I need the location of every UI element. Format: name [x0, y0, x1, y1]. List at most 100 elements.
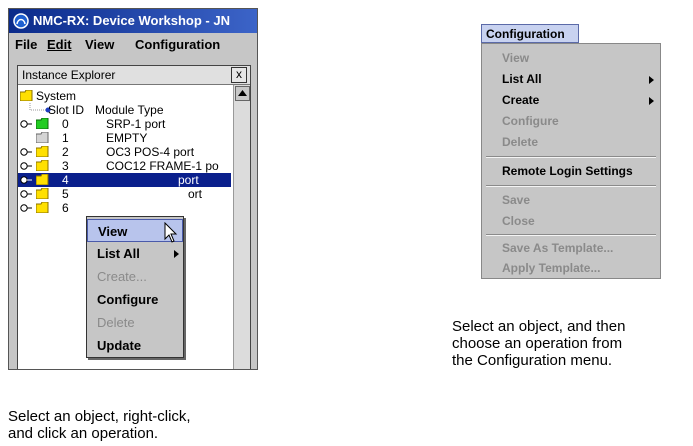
slot-id: 2	[62, 145, 69, 159]
ctx-configure[interactable]: Configure	[87, 288, 183, 311]
cfg-configure: Configure	[482, 111, 660, 132]
cfg-view-label: View	[502, 51, 530, 65]
cfg-apply-template-label: Apply Template...	[502, 261, 601, 275]
cfg-view: View	[482, 48, 660, 69]
folder-empty-icon	[36, 132, 49, 143]
expand-handle-icon	[20, 148, 32, 156]
tree-row-slot-2[interactable]: 2 OC3 POS-4 port	[18, 145, 231, 159]
module-type: ort	[188, 187, 203, 201]
expand-handle-icon	[20, 162, 32, 170]
submenu-arrow-icon	[649, 76, 654, 84]
menu-separator	[486, 185, 656, 187]
mouse-pointer-icon	[164, 222, 178, 243]
expand-handle-icon	[20, 190, 32, 198]
tree-header-row: Slot ID Module Type	[18, 103, 231, 117]
close-icon[interactable]: x	[231, 67, 247, 83]
tree-row-slot-0[interactable]: 0 SRP-1 port	[18, 117, 231, 131]
folder-icon	[36, 160, 49, 171]
app-logo-icon	[13, 13, 29, 29]
submenu-arrow-icon	[649, 97, 654, 105]
menu-separator	[486, 156, 656, 158]
explorer-header: Instance Explorer x	[18, 66, 250, 85]
configuration-menu-title[interactable]: Configuration	[481, 24, 579, 43]
title-bar[interactable]: NMC-RX: Device Workshop - JN	[9, 9, 257, 33]
cfg-list-all[interactable]: List All	[482, 69, 660, 90]
expand-handle-icon	[20, 204, 32, 212]
cfg-remote-login-settings[interactable]: Remote Login Settings	[482, 161, 660, 182]
cfg-save-as-template-label: Save As Template...	[502, 241, 614, 255]
scroll-up-button[interactable]	[235, 86, 250, 101]
tree-row-slot-4-selected[interactable]: 4 port	[18, 173, 231, 187]
cfg-create[interactable]: Create	[482, 90, 660, 111]
cfg-close-label: Close	[502, 214, 535, 228]
menu-edit[interactable]: Edit	[47, 37, 72, 52]
folder-icon	[20, 90, 33, 101]
menu-bar: File Edit View Configuration	[9, 33, 257, 55]
arrow-up-icon	[238, 90, 247, 96]
ctx-update-label: Update	[97, 338, 142, 353]
folder-icon	[36, 174, 49, 185]
cfg-delete: Delete	[482, 132, 660, 153]
root-label: System	[36, 89, 77, 103]
cfg-list-all-label: List All	[502, 72, 542, 86]
right-caption-line-1: Select an object, and then	[452, 318, 626, 335]
ctx-create-label: Create...	[97, 269, 147, 284]
right-caption-line-3: the Configuration menu.	[452, 352, 613, 369]
cfg-create-label: Create	[502, 93, 540, 107]
left-caption-line-2: and click an operation.	[8, 425, 159, 442]
slot-id: 6	[62, 201, 69, 215]
folder-icon	[36, 146, 49, 157]
ctx-update[interactable]: Update	[87, 334, 183, 357]
slot-column-label: Slot ID	[48, 103, 85, 117]
slot-id: 3	[62, 159, 69, 173]
ctx-delete: Delete	[87, 311, 183, 334]
slot-id: 4	[62, 173, 69, 187]
module-type: port	[178, 173, 199, 187]
folder-icon	[36, 188, 49, 199]
module-type: EMPTY	[106, 131, 148, 145]
submenu-arrow-icon	[174, 250, 179, 258]
slot-id: 1	[62, 131, 69, 145]
cfg-configure-label: Configure	[502, 114, 559, 128]
tree-row-slot-1[interactable]: 1 EMPTY	[18, 131, 231, 145]
configuration-menu: View List All Create Configure Delete Re…	[481, 43, 661, 279]
vertical-scrollbar[interactable]	[233, 85, 250, 369]
tree-row-slot-5[interactable]: 5 ort	[18, 187, 231, 201]
tree-row-slot-3[interactable]: 3 COC12 FRAME-1 po	[18, 159, 231, 173]
expand-handle-icon	[20, 120, 32, 128]
ctx-view-label: View	[98, 224, 128, 239]
right-caption: Select an object, and then choose an ope…	[452, 318, 625, 369]
slot-id: 5	[62, 187, 69, 201]
tree-root[interactable]: System	[18, 89, 231, 103]
menu-view[interactable]: View	[85, 37, 114, 52]
folder-green-icon	[36, 118, 49, 129]
cfg-save: Save	[482, 190, 660, 211]
ctx-delete-label: Delete	[97, 315, 135, 330]
ctx-configure-label: Configure	[97, 292, 159, 307]
cfg-save-as-template: Save As Template...	[482, 238, 660, 259]
slot-id: 0	[62, 117, 69, 131]
menu-configuration[interactable]: Configuration	[135, 37, 220, 52]
module-column-label: Module Type	[95, 103, 164, 117]
configuration-menu-label: Configuration	[486, 27, 565, 41]
menu-file[interactable]: File	[15, 37, 37, 52]
module-type: OC3 POS-4 port	[106, 145, 195, 159]
menu-separator	[486, 234, 656, 236]
ctx-list-all[interactable]: List All	[87, 242, 183, 265]
cfg-close: Close	[482, 211, 660, 232]
cfg-apply-template: Apply Template...	[482, 258, 660, 279]
module-type: SRP-1 port	[106, 117, 166, 131]
cfg-delete-label: Delete	[502, 135, 539, 149]
left-caption: Select an object, right-click, and click…	[8, 408, 191, 442]
cfg-remote-login-label: Remote Login Settings	[502, 164, 633, 178]
ctx-create: Create...	[87, 265, 183, 288]
expand-handle-icon	[20, 176, 32, 184]
window-title: NMC-RX: Device Workshop - JN	[33, 13, 230, 28]
cfg-save-label: Save	[502, 193, 531, 207]
tree-row-slot-6[interactable]: 6	[18, 201, 231, 215]
explorer-title: Instance Explorer	[22, 68, 116, 82]
folder-icon	[36, 202, 49, 213]
right-caption-line-2: choose an operation from	[452, 335, 623, 352]
module-type: COC12 FRAME-1 po	[106, 159, 219, 173]
ctx-list-all-label: List All	[97, 246, 140, 261]
